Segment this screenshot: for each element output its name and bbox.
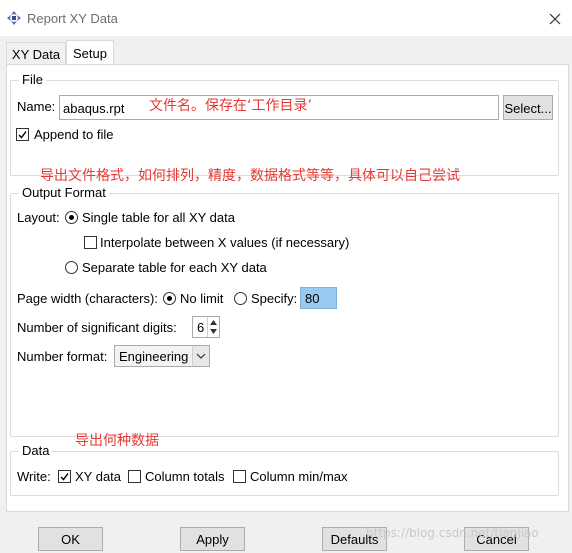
name-label: Name: [17, 99, 56, 114]
interpolate-label: Interpolate between X values (if necessa… [100, 235, 350, 250]
no-limit-label: No limit [180, 291, 224, 306]
arrow-up-icon [210, 320, 217, 325]
chevron-down-icon [196, 353, 206, 359]
interpolate-checkbox[interactable] [84, 236, 97, 249]
output-format-legend: Output Format [19, 185, 109, 200]
abaqus-icon [7, 11, 21, 25]
dropdown-arrow[interactable] [192, 346, 209, 366]
defaults-button[interactable]: Defaults [322, 527, 387, 551]
sig-digits-stepper[interactable]: 6 [192, 316, 220, 338]
stepper-arrows[interactable] [207, 317, 219, 337]
arrow-down-icon [210, 329, 217, 334]
tab-setup[interactable]: Setup [66, 40, 114, 65]
sig-digits-label: Number of significant digits: [17, 320, 177, 335]
file-legend: File [19, 72, 46, 87]
number-format-select[interactable]: Engineering [114, 345, 210, 367]
append-to-file-label: Append to file [34, 127, 114, 142]
format-annotation: 导出文件格式，如何排列，精度，数据格式等等，具体可以自己尝试 [40, 168, 460, 184]
output-format-group: Output Format [10, 185, 559, 437]
specify-label: Specify: [251, 291, 298, 306]
checkmark-icon [18, 131, 27, 139]
number-format-value: Engineering [119, 349, 189, 364]
sig-digits-value: 6 [197, 320, 205, 335]
append-to-file-checkbox[interactable] [16, 128, 29, 141]
tab-xy-data[interactable]: XY Data [6, 42, 66, 65]
layout-label: Layout: [17, 210, 60, 225]
data-legend: Data [19, 443, 53, 458]
specify-width-input[interactable]: 80 [300, 287, 337, 309]
title-bar: Report XY Data [0, 0, 572, 36]
separate-table-label: Separate table for each XY data [82, 260, 267, 275]
ok-button[interactable]: OK [38, 527, 103, 551]
specify-radio[interactable] [234, 292, 247, 305]
report-xy-data-dialog: Report XY Data XY Data Setup File Name: … [0, 0, 572, 553]
column-totals-checkbox[interactable] [128, 470, 141, 483]
single-table-radio[interactable] [65, 211, 78, 224]
column-minmax-label: Column min/max [250, 469, 348, 484]
column-minmax-checkbox[interactable] [233, 470, 246, 483]
file-annotation: 文件名。保存在‘工作目录’ [149, 98, 312, 114]
data-annotation: 导出何种数据 [75, 433, 159, 449]
separate-table-radio[interactable] [65, 261, 78, 274]
xy-data-label: XY data [75, 469, 122, 484]
single-table-label: Single table for all XY data [82, 210, 235, 225]
column-totals-label: Column totals [145, 469, 225, 484]
write-label: Write: [17, 469, 51, 484]
apply-button[interactable]: Apply [180, 527, 245, 551]
page-width-label: Page width (characters): [17, 291, 158, 306]
cancel-button[interactable]: Cancel [464, 527, 529, 551]
number-format-label: Number format: [17, 349, 108, 364]
close-icon [549, 13, 561, 25]
no-limit-radio[interactable] [163, 292, 176, 305]
select-file-button[interactable]: Select... [503, 95, 553, 120]
xy-data-checkbox[interactable] [58, 470, 71, 483]
checkmark-icon [60, 473, 69, 481]
close-button[interactable] [544, 8, 566, 30]
window-title: Report XY Data [27, 11, 118, 26]
